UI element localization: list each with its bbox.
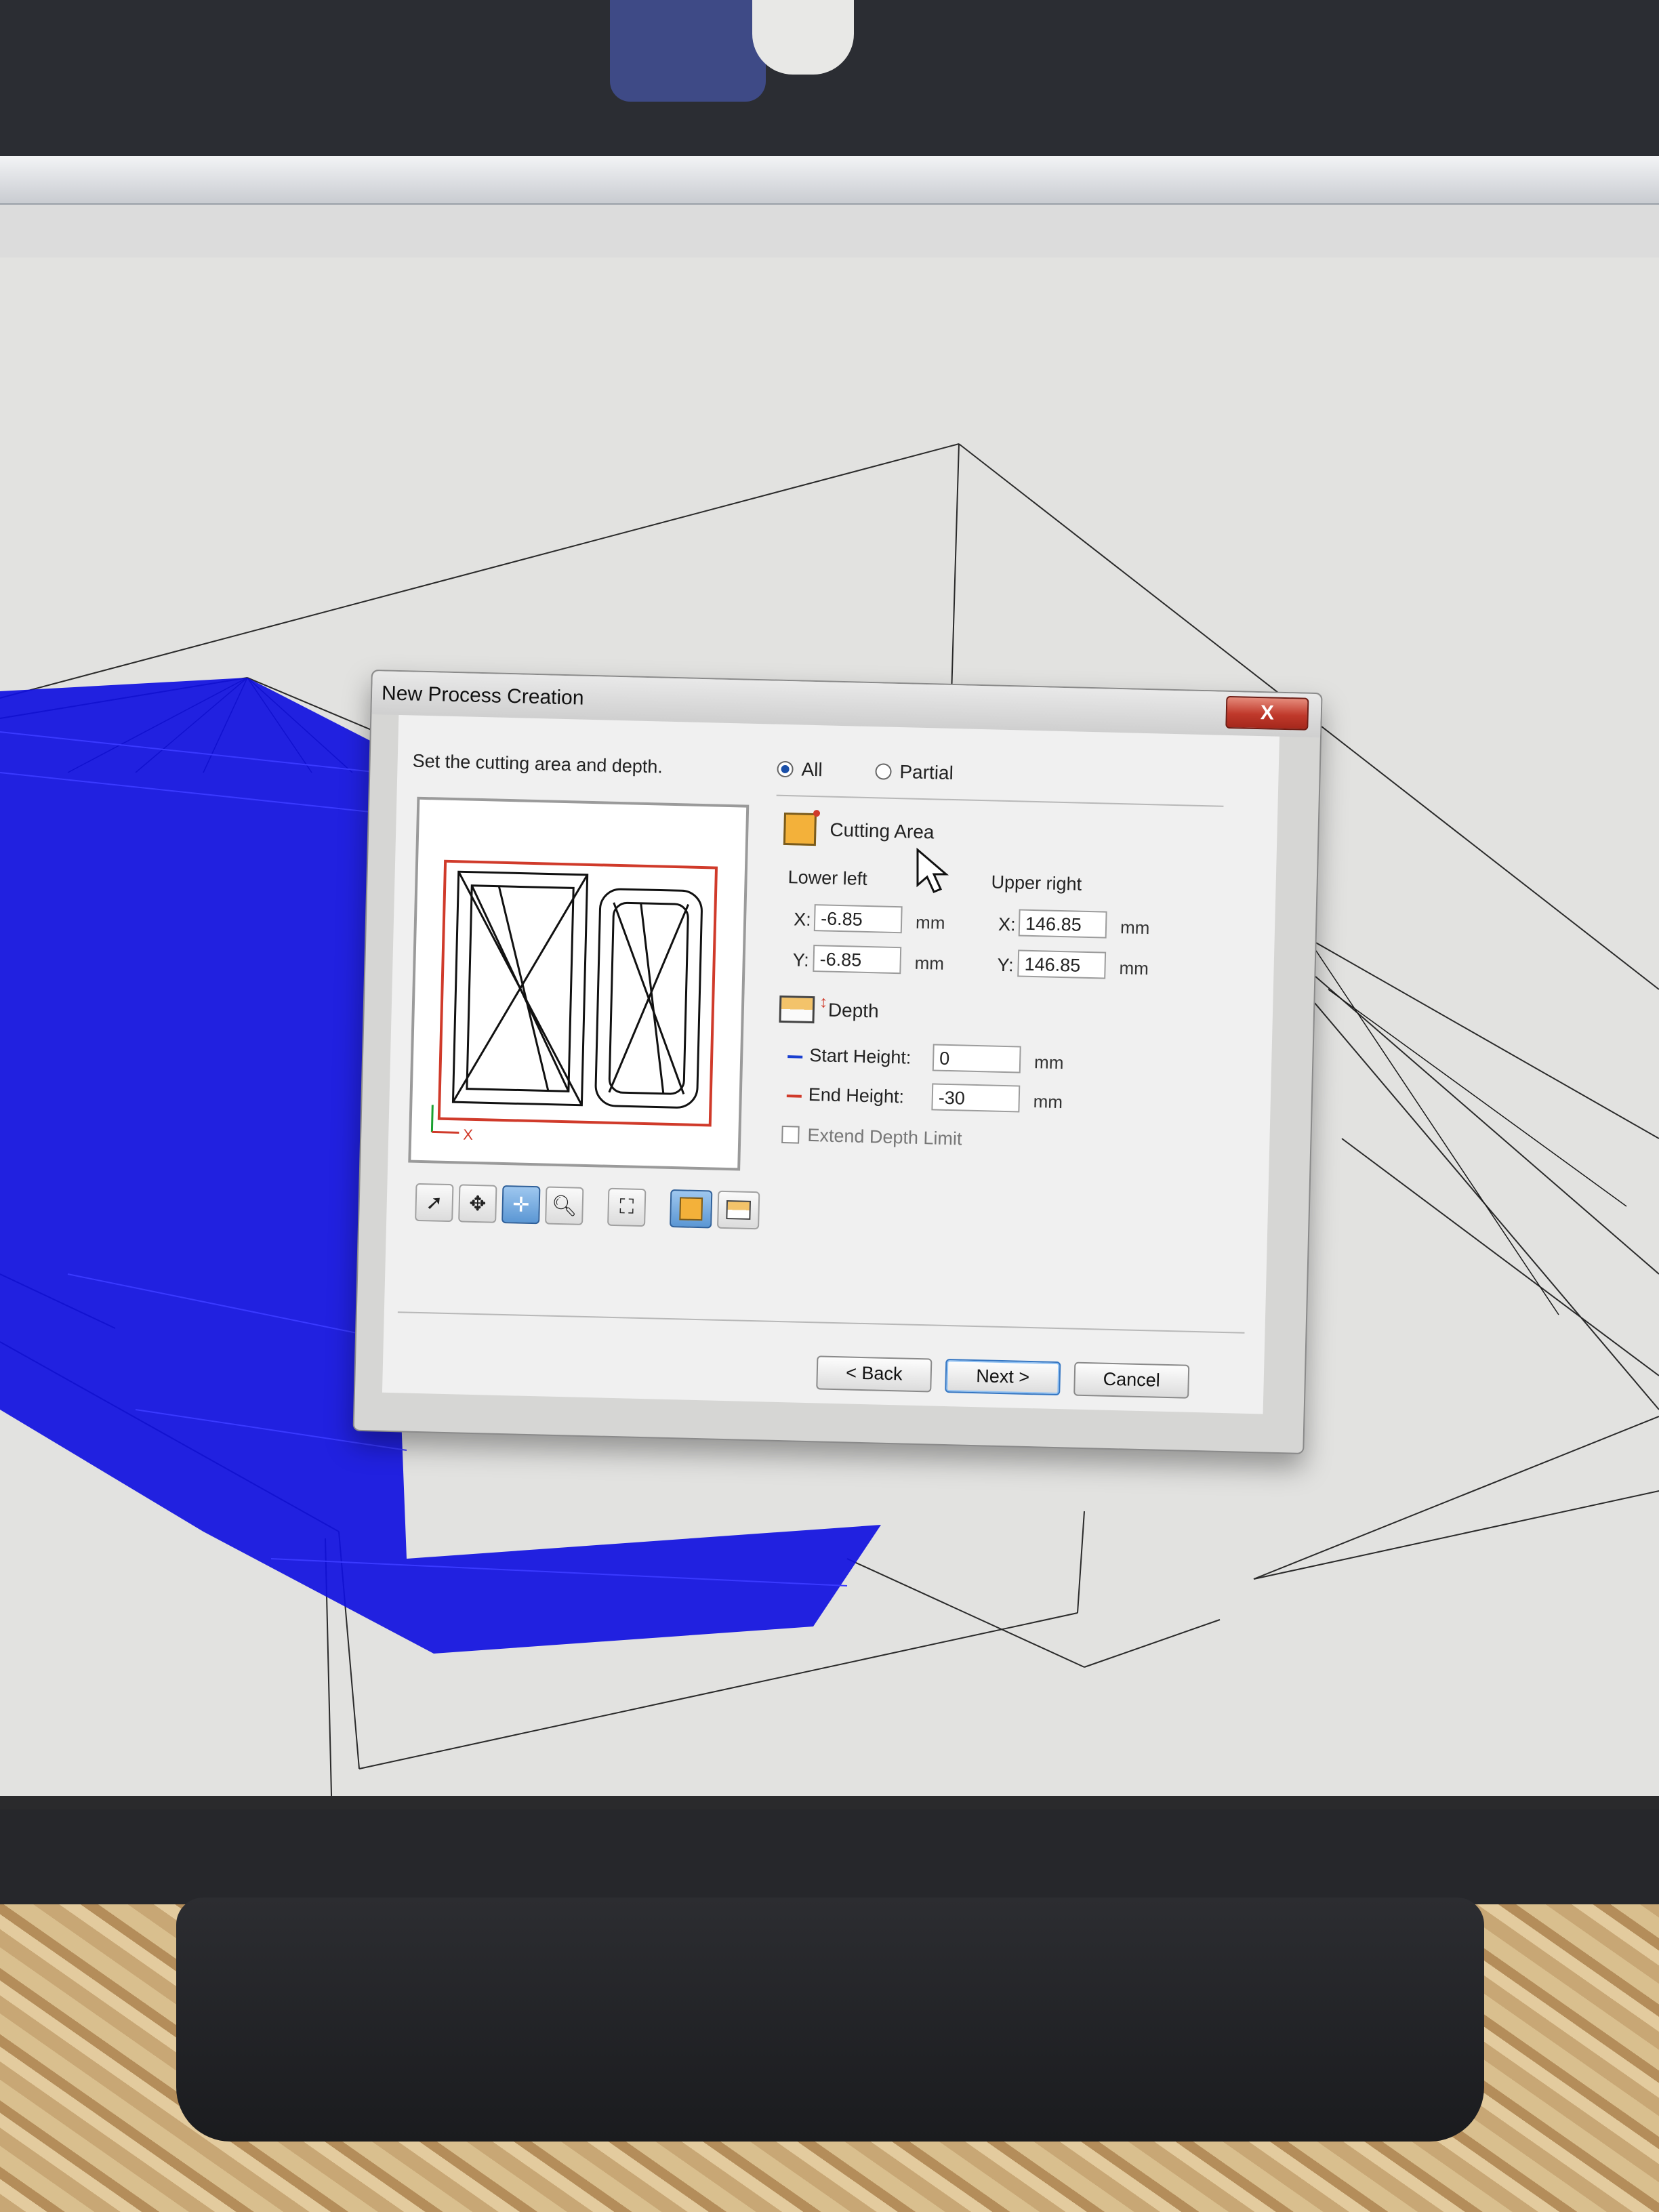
lower-left-y-unit: mm bbox=[914, 952, 945, 974]
new-process-dialog: New Process Creation X Set the cutting a… bbox=[352, 670, 1323, 1454]
cutting-area-title: Cutting Area bbox=[830, 819, 935, 843]
upper-right-y-field[interactable]: 146.85 bbox=[1017, 949, 1107, 979]
lower-left-label: Lower left bbox=[787, 867, 868, 889]
start-height-legend bbox=[787, 1055, 803, 1059]
upper-right-x-field[interactable]: 146.85 bbox=[1018, 909, 1107, 939]
dialog-title: New Process Creation bbox=[381, 682, 584, 710]
end-height-legend bbox=[786, 1094, 802, 1098]
depth-heading: Depth bbox=[779, 995, 880, 1025]
preview-toolbar: ➚ ✥ ✛ 🔍︎ ⛶ bbox=[415, 1183, 760, 1232]
pan-icon[interactable]: ✥ bbox=[458, 1184, 497, 1223]
cancel-button[interactable]: Cancel bbox=[1073, 1361, 1190, 1399]
end-height-label: End Height: bbox=[808, 1084, 905, 1107]
radio-partial-label: Partial bbox=[899, 761, 954, 784]
upper-right-y-unit: mm bbox=[1119, 958, 1149, 979]
back-button[interactable]: < Back bbox=[816, 1355, 933, 1393]
preview-drawing: X bbox=[430, 859, 718, 1143]
move-icon[interactable]: ✛ bbox=[501, 1185, 541, 1225]
depth-icon[interactable] bbox=[717, 1190, 760, 1230]
start-height-field[interactable]: 0 bbox=[932, 1044, 1021, 1073]
cutting-area-section-icon bbox=[783, 812, 817, 846]
app-toolbar-strip bbox=[0, 156, 1659, 205]
radio-all-indicator[interactable] bbox=[777, 760, 794, 778]
upper-right-y-label: Y: bbox=[997, 954, 1015, 976]
dialog-client-area: Set the cutting area and depth. All Part… bbox=[382, 715, 1279, 1414]
lower-left-y-field[interactable]: -6.85 bbox=[813, 945, 902, 975]
end-height-unit: mm bbox=[1033, 1091, 1063, 1113]
lower-left-x-field[interactable]: -6.85 bbox=[813, 904, 903, 934]
close-button[interactable]: X bbox=[1225, 695, 1309, 731]
select-arrow-icon[interactable]: ➚ bbox=[415, 1183, 454, 1223]
monitor-stand bbox=[176, 1898, 1484, 2142]
extend-depth-checkbox[interactable] bbox=[781, 1126, 800, 1144]
depth-section-icon bbox=[779, 995, 815, 1024]
radio-all[interactable]: All bbox=[777, 758, 823, 781]
upper-right-x-unit: mm bbox=[1120, 917, 1150, 939]
lower-left-y-label: Y: bbox=[792, 949, 810, 970]
radio-all-label: All bbox=[801, 758, 823, 781]
monitor-bezel-bottom bbox=[0, 1809, 1659, 1904]
zoom-icon[interactable]: 🔍︎ bbox=[545, 1186, 584, 1225]
radio-partial[interactable]: Partial bbox=[875, 760, 954, 784]
start-height-label: Start Height: bbox=[808, 1044, 912, 1068]
webcam-housing bbox=[610, 0, 766, 102]
cutting-area-heading: Cutting Area bbox=[783, 812, 935, 848]
model-preview[interactable]: X bbox=[408, 796, 750, 1171]
upper-right-label: Upper right bbox=[991, 872, 1082, 895]
lower-left-x-label: X: bbox=[793, 909, 812, 930]
lower-left-x-unit: mm bbox=[915, 912, 945, 933]
cutting-area-icon[interactable] bbox=[670, 1189, 713, 1229]
axis-x-label: X bbox=[463, 1126, 474, 1143]
cutting-area-box bbox=[437, 859, 718, 1127]
radio-partial-indicator[interactable] bbox=[875, 763, 892, 780]
footer-separator bbox=[397, 1311, 1245, 1334]
scope-radio-group: All Partial bbox=[777, 758, 1001, 787]
header-separator bbox=[776, 794, 1224, 807]
depth-title: Depth bbox=[827, 999, 880, 1022]
fit-icon[interactable]: ⛶ bbox=[607, 1187, 647, 1227]
instruction-text: Set the cutting area and depth. bbox=[412, 750, 663, 777]
part-right-outline bbox=[594, 888, 703, 1109]
extend-depth-label: Extend Depth Limit bbox=[807, 1124, 962, 1149]
part-left-outline bbox=[451, 870, 589, 1107]
mouse-cursor-icon bbox=[916, 847, 949, 893]
end-height-field[interactable]: -30 bbox=[931, 1083, 1021, 1113]
webcam-lens bbox=[752, 0, 854, 75]
next-button[interactable]: Next > bbox=[945, 1359, 1061, 1396]
start-height-unit: mm bbox=[1033, 1052, 1064, 1073]
upper-right-x-label: X: bbox=[998, 914, 1016, 935]
